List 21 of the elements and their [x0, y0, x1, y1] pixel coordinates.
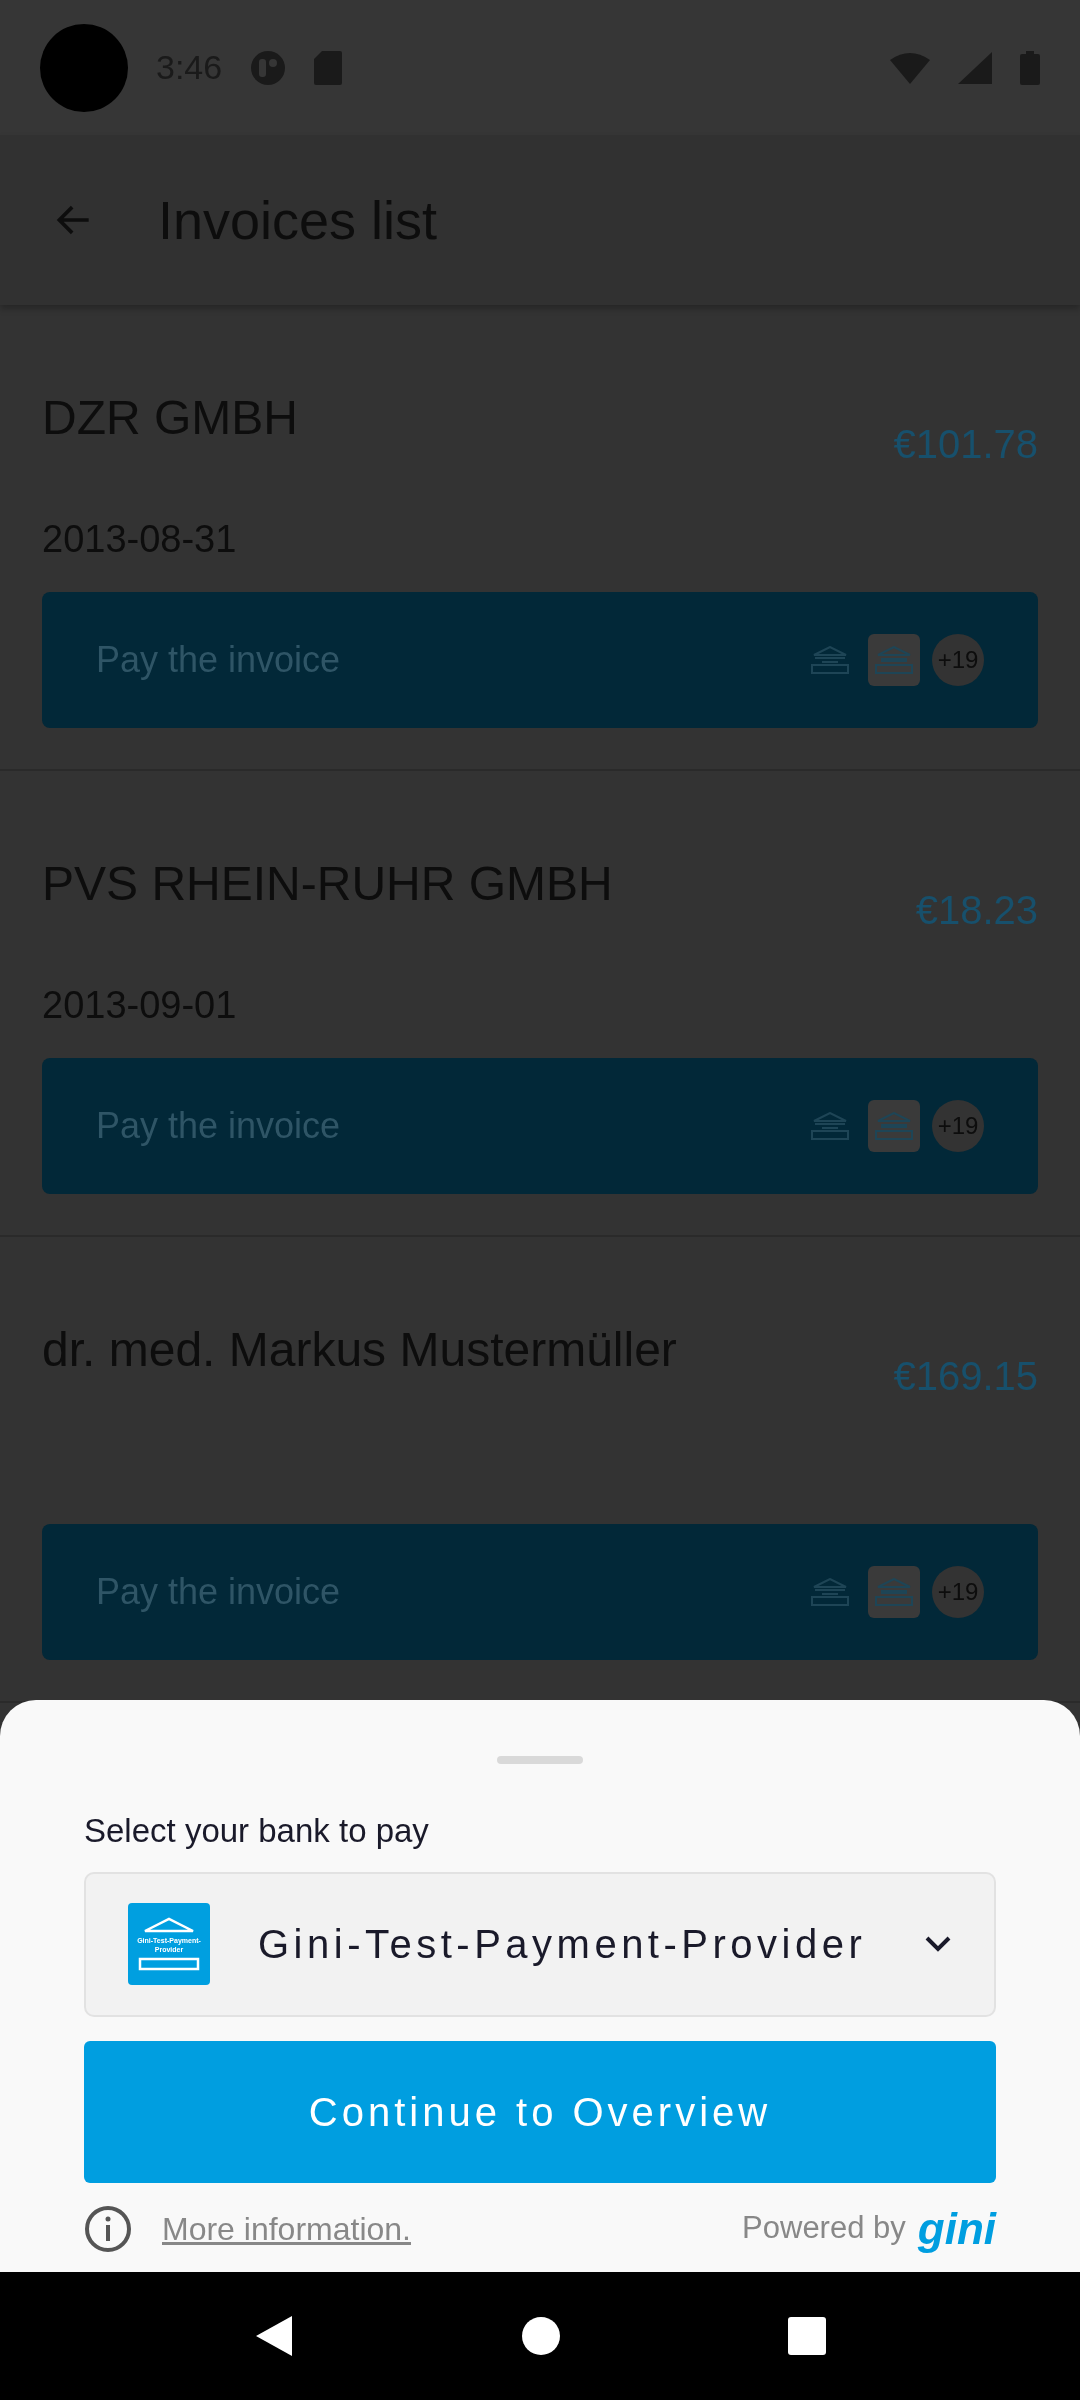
bank-logo-icon [868, 1100, 920, 1152]
app-notification-icon [250, 49, 287, 86]
continue-button[interactable]: Continue to Overview [84, 2040, 996, 2183]
info-icon[interactable] [84, 2204, 132, 2253]
sd-card-icon [314, 50, 343, 85]
bank-logo-icon [868, 1566, 920, 1618]
invoice-amount: €169.15 [893, 1353, 1038, 1400]
drag-handle[interactable] [497, 1756, 583, 1764]
bank-logo-icon [868, 634, 920, 686]
more-information-link[interactable]: More information. [162, 2204, 411, 2253]
home-icon[interactable] [522, 2317, 560, 2355]
battery-icon [1020, 50, 1040, 85]
wifi-icon [890, 51, 930, 84]
sheet-label: Select your bank to pay [84, 1811, 430, 1851]
invoice-amount: €101.78 [893, 421, 1038, 468]
back-icon[interactable] [254, 2314, 294, 2358]
signal-icon [958, 51, 992, 84]
powered-by-text: Powered by [742, 2209, 906, 2248]
chevron-down-icon [924, 1935, 952, 1953]
gini-logo: gini [917, 2206, 996, 2251]
invoice-amount: €18.23 [915, 887, 1038, 934]
